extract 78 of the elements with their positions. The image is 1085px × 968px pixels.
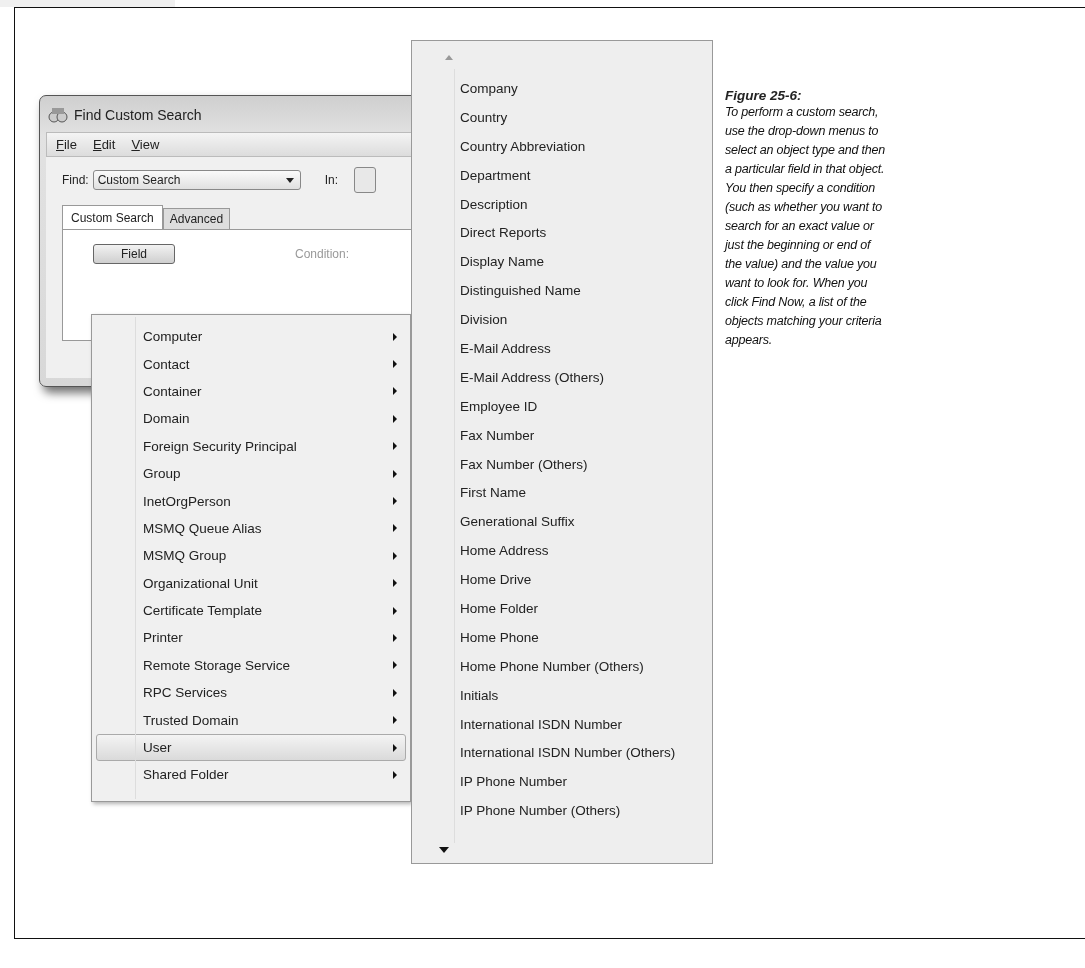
menu-item[interactable]: File — [55, 137, 78, 152]
submenu-arrow-icon — [393, 743, 397, 752]
menu-item[interactable]: Foreign Security Principal — [96, 432, 406, 460]
menu-item[interactable]: MSMQ Group — [96, 542, 406, 570]
scroll-up-icon[interactable] — [445, 55, 453, 60]
binoculars-icon — [48, 106, 68, 124]
menu-item[interactable]: Home Phone Number (Others) — [460, 652, 712, 682]
browse-button[interactable] — [354, 167, 377, 193]
submenu-arrow-icon — [393, 524, 397, 533]
menu-item[interactable]: Generational Suffix — [460, 508, 712, 538]
menu-item[interactable]: Home Folder — [460, 595, 712, 624]
submenu-arrow-icon — [393, 579, 397, 588]
submenu-arrow-icon — [393, 442, 397, 451]
menu-item[interactable]: Home Drive — [460, 566, 712, 596]
menu-item[interactable]: Edit — [91, 137, 117, 152]
menu-item[interactable]: Remote Storage Service — [96, 651, 406, 680]
menu-item[interactable]: Computer — [96, 323, 406, 351]
figure-caption: To perform a custom search, use the drop-down menus to select an object type and then a particular field in that object. You then specify a condition (such as whether you want to search for an exact value or just the beginning or end of the value) and the value you want to look for. When you click Find Now, a list of the objects matching your criteria appears. — [725, 104, 887, 349]
field-button[interactable]: Field — [93, 244, 175, 264]
menu-item[interactable]: Fax Number (Others) — [460, 450, 712, 480]
submenu-arrow-icon — [393, 606, 397, 615]
menu-item[interactable]: IP Phone Number — [460, 768, 712, 798]
submenu-arrow-icon — [393, 497, 397, 506]
menu-item[interactable]: Home Address — [460, 537, 712, 567]
figure-label: Figure 25-6: — [725, 88, 803, 103]
tab[interactable]: Advanced — [162, 208, 231, 229]
menu-item[interactable]: View — [130, 137, 161, 152]
in-label: In: — [324, 173, 339, 187]
menu-item[interactable]: Trusted Domain — [96, 706, 406, 734]
menu-item[interactable]: Printer — [96, 624, 406, 652]
menu-item[interactable]: RPC Services — [96, 679, 406, 707]
submenu-arrow-icon — [393, 688, 397, 697]
submenu-arrow-icon — [393, 770, 397, 779]
menu-item[interactable]: Organizational Unit — [96, 569, 406, 597]
menu-item[interactable]: Distinguished Name — [460, 277, 712, 307]
submenu-arrow-icon — [393, 551, 397, 560]
menu-item[interactable]: First Name — [460, 479, 712, 509]
submenu-arrow-icon — [393, 634, 397, 642]
menu-item[interactable]: Contact — [96, 350, 406, 378]
menu-item[interactable]: Initials — [460, 681, 712, 711]
menu-item[interactable]: Display Name — [460, 248, 712, 278]
condition-label: Condition: — [295, 247, 350, 261]
menu-item[interactable]: E-Mail Address (Others) — [460, 363, 712, 393]
window-title: Find Custom Search — [74, 107, 202, 123]
menu-item[interactable]: MSMQ Queue Alias — [96, 514, 406, 543]
menu-item[interactable]: E-Mail Address — [460, 335, 712, 364]
tab[interactable]: Custom Search — [62, 205, 163, 229]
menu-item[interactable]: Domain — [96, 405, 406, 433]
caret-icon — [285, 177, 294, 183]
menu-item[interactable]: IP Phone Number (Others) — [460, 797, 712, 827]
submenu-arrow-icon — [393, 332, 397, 341]
menu-item[interactable]: Shared Folder — [96, 761, 406, 789]
menu-item[interactable]: Home Phone — [460, 623, 712, 653]
menu-item[interactable]: Country — [460, 103, 712, 133]
submenu-arrow-icon — [393, 414, 397, 423]
menu-item[interactable]: Company — [460, 75, 712, 104]
menu-item[interactable]: Employee ID — [460, 392, 712, 422]
submenu-arrow-icon — [393, 716, 397, 725]
submenu-arrow-icon — [393, 661, 397, 670]
menu-item[interactable]: Division — [460, 306, 712, 335]
menu-item[interactable]: Direct Reports — [460, 219, 712, 249]
menu-item[interactable]: Country Abbreviation — [460, 132, 712, 162]
menu-item[interactable]: International ISDN Number (Others) — [460, 739, 712, 769]
menu-item[interactable]: Group — [96, 459, 406, 488]
menu-item[interactable]: Fax Number — [460, 421, 712, 451]
menu-item[interactable]: Container — [96, 377, 406, 406]
menu-item[interactable]: Department — [460, 161, 712, 191]
find-label: Find: — [62, 173, 89, 187]
menu-item[interactable]: Certificate Template — [96, 596, 406, 625]
menu-item[interactable]: International ISDN Number — [460, 710, 712, 740]
scroll-down-icon[interactable] — [439, 847, 449, 853]
submenu-arrow-icon — [393, 360, 397, 369]
menu-item[interactable]: InetOrgPerson — [96, 487, 406, 515]
find-dropdown[interactable]: Custom Search — [92, 170, 301, 190]
menu-item[interactable]: User — [96, 733, 406, 762]
submenu-arrow-icon — [393, 469, 397, 478]
submenu-arrow-icon — [393, 387, 397, 396]
menu-item[interactable]: Description — [460, 190, 712, 220]
